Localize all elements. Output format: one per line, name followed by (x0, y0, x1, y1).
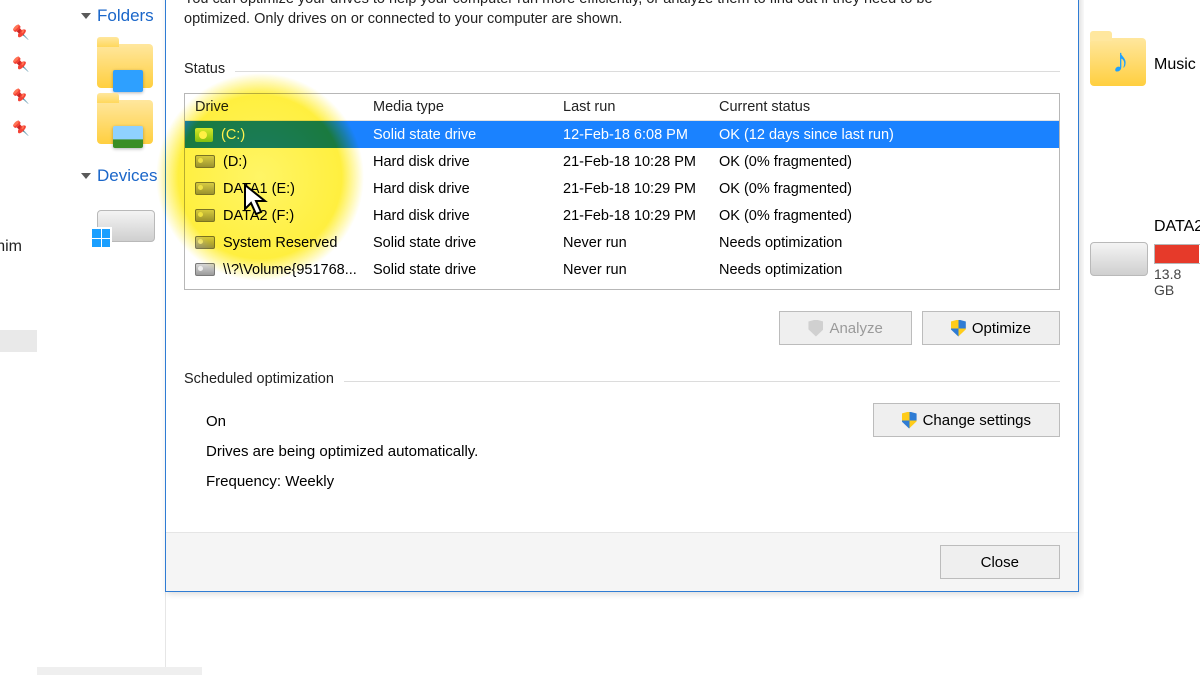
action-buttons: Analyze Optimize (779, 311, 1060, 345)
last-run: Never run (563, 262, 719, 278)
last-run: 21-Feb-18 10:29 PM (563, 181, 719, 197)
drive-name: DATA1 (E:) (223, 181, 295, 197)
current-status: OK (12 days since last run) (719, 127, 1059, 143)
table-row[interactable]: DATA1 (E:) Hard disk drive21-Feb-18 10:29… (185, 175, 1059, 202)
drive-icon (195, 209, 215, 222)
schedule-on: On (206, 407, 478, 437)
folders-label: Folders (97, 6, 154, 26)
col-drive[interactable]: Drive (185, 99, 373, 115)
scroll-left-icon[interactable]: ‹ (39, 671, 55, 675)
intro-line1: You can optimize your drives to help you… (184, 0, 933, 7)
close-button[interactable]: Close (940, 545, 1060, 579)
data2-usage-bar (1154, 244, 1200, 264)
last-run: 21-Feb-18 10:28 PM (563, 154, 719, 170)
schedule-freq: Frequency: Weekly (206, 467, 478, 497)
uac-shield-icon (808, 320, 823, 337)
last-run: 21-Feb-18 10:29 PM (563, 208, 719, 224)
table-row[interactable]: DATA2 (F:) Hard disk drive21-Feb-18 10:29… (185, 202, 1059, 229)
intro-line2: optimized. Only drives on or connected t… (184, 11, 622, 27)
current-status: OK (0% fragmented) (719, 181, 1059, 197)
folders-header[interactable]: Folders (37, 0, 165, 32)
drive-icon (195, 236, 215, 249)
explorer-content-edge: ♪ Music DATA2 13.8 GB (1084, 0, 1200, 675)
pin-icon: 📌 (12, 24, 29, 41)
windows-logo-icon (90, 227, 112, 249)
media-type: Hard disk drive (373, 181, 563, 197)
col-last[interactable]: Last run (563, 99, 719, 115)
drive-icon (195, 155, 215, 168)
table-row[interactable]: System Reserved Solid state driveNever ru… (185, 229, 1059, 256)
folder-desktop-icon[interactable] (97, 44, 153, 88)
devices-label: Devices (97, 166, 157, 186)
pin-icon: 📌 (12, 56, 29, 73)
folder-pictures-icon[interactable] (97, 100, 153, 144)
data2-drive-icon[interactable] (1090, 242, 1148, 276)
music-folder-icon[interactable]: ♪ (1090, 38, 1146, 86)
explorer-nav-pane: Folders Devices ‹ › (37, 0, 166, 675)
data2-label[interactable]: DATA2 (1154, 218, 1200, 236)
horizontal-scrollbar[interactable]: ‹ › (37, 667, 202, 675)
media-type: Hard disk drive (373, 154, 563, 170)
data2-usage-fill (1155, 245, 1199, 263)
media-type: Solid state drive (373, 262, 563, 278)
close-label: Close (981, 554, 1019, 571)
status-divider (184, 71, 1060, 72)
schedule-info: On Drives are being optimized automatica… (206, 407, 478, 497)
music-label[interactable]: Music (1154, 56, 1196, 74)
data2-size-label: 13.8 GB (1154, 266, 1200, 298)
chevron-down-icon (81, 13, 91, 19)
devices-header[interactable]: Devices (37, 156, 165, 192)
change-settings-button[interactable]: Change settings (873, 403, 1060, 437)
desktop-overlay-icon (113, 70, 143, 92)
pin-icon: 📌 (12, 88, 29, 105)
table-row[interactable]: (C:) Solid state drive12-Feb-18 6:08 PMOK… (185, 121, 1059, 148)
drive-name: \\?\Volume{951768... (223, 262, 357, 278)
sched-section-label: Scheduled optimization (184, 371, 344, 387)
dialog-intro: You can optimize your drives to help you… (184, 0, 1060, 29)
dialog-footer: Close (166, 532, 1078, 591)
col-status[interactable]: Current status (719, 99, 1059, 115)
last-run: Never run (563, 235, 719, 251)
current-status: OK (0% fragmented) (719, 154, 1059, 170)
change-settings-label: Change settings (923, 412, 1031, 429)
optimize-button[interactable]: Optimize (922, 311, 1060, 345)
current-status: OK (0% fragmented) (719, 208, 1059, 224)
analyze-label: Analyze (829, 320, 882, 337)
schedule-desc: Drives are being optimized automatically… (206, 437, 478, 467)
music-note-icon: ♪ (1112, 42, 1129, 81)
drive-c-icon[interactable] (97, 210, 155, 242)
drive-name: (C:) (221, 127, 245, 143)
selection-bg (0, 330, 37, 352)
uac-shield-icon (951, 320, 966, 337)
table-header: Drive Media type Last run Current status (185, 94, 1059, 121)
quick-access-pins: 📌 📌 📌 📌 -phim (0, 0, 37, 345)
col-media[interactable]: Media type (373, 99, 563, 115)
optimize-drives-dialog: You can optimize your drives to help you… (165, 0, 1079, 592)
media-type: Solid state drive (373, 235, 563, 251)
pin-icon: 📌 (12, 120, 29, 137)
picture-overlay-icon (113, 126, 143, 148)
truncated-item-label[interactable]: -phim (0, 238, 22, 256)
drive-name: (D:) (223, 154, 247, 170)
current-status: Needs optimization (719, 235, 1059, 251)
drive-name: DATA2 (F:) (223, 208, 294, 224)
table-row[interactable]: (D:) Hard disk drive21-Feb-18 10:28 PMOK … (185, 148, 1059, 175)
optimize-label: Optimize (972, 320, 1031, 337)
media-type: Solid state drive (373, 127, 563, 143)
status-section-label: Status (184, 61, 235, 77)
current-status: Needs optimization (719, 262, 1059, 278)
drive-icon (195, 182, 215, 195)
drive-icon (195, 128, 213, 142)
drive-name: System Reserved (223, 235, 337, 251)
drives-table[interactable]: Drive Media type Last run Current status… (184, 93, 1060, 290)
table-row[interactable]: \\?\Volume{951768... Solid state driveNev… (185, 256, 1059, 283)
media-type: Hard disk drive (373, 208, 563, 224)
last-run: 12-Feb-18 6:08 PM (563, 127, 719, 143)
chevron-down-icon (81, 173, 91, 179)
uac-shield-icon (902, 412, 917, 429)
scroll-right-icon[interactable]: › (184, 671, 200, 675)
drive-icon (195, 263, 215, 276)
analyze-button[interactable]: Analyze (779, 311, 911, 345)
